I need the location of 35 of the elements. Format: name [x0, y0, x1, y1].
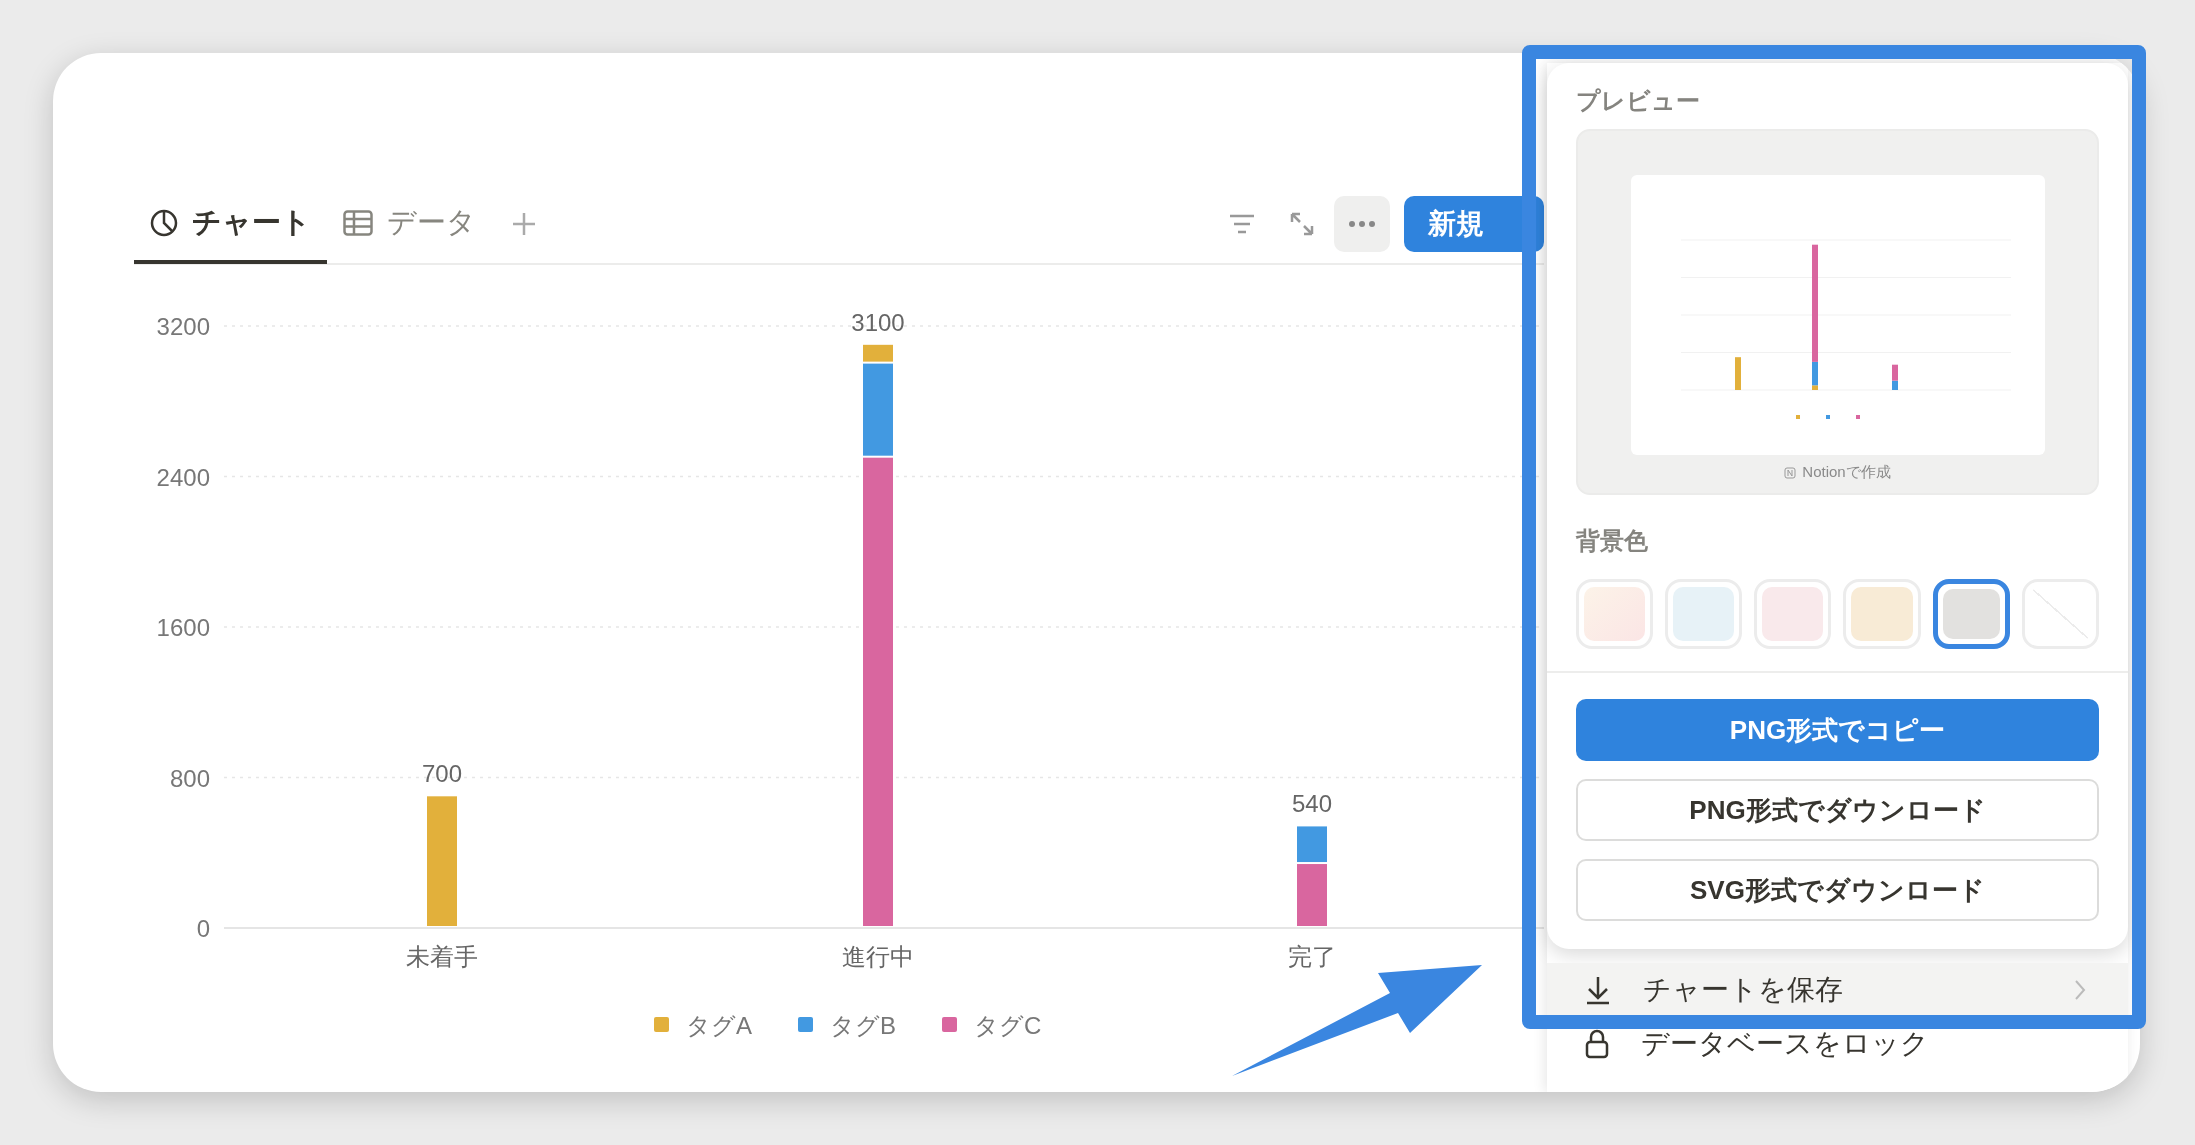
section-label: プレビュー	[1576, 86, 1701, 116]
value-label: 3100	[851, 308, 905, 336]
legend-label: タグC	[974, 1012, 1042, 1039]
category-label: 完了	[1288, 943, 1336, 970]
value-label: 700	[422, 760, 462, 788]
download-button[interactable]: SVG形式でダウンロード	[1576, 859, 2099, 921]
legend-swatch	[942, 1017, 957, 1032]
copy-button[interactable]: PNG形式でコピー	[1576, 699, 2099, 761]
color-swatch[interactable]	[1932, 579, 2010, 649]
download-icon	[1585, 975, 1611, 1005]
more-icon[interactable]	[1334, 196, 1390, 252]
new-button[interactable]: 新規	[1404, 196, 1544, 252]
axis-tick-label: 1600	[156, 614, 210, 641]
axis-tick-label: 800	[169, 764, 210, 792]
category-label: 進行中	[842, 943, 914, 970]
section-label: 背景色	[1576, 526, 1649, 556]
preview-footer: Notionで作成	[1802, 463, 1891, 482]
chevron-right-icon	[2074, 979, 2086, 1001]
view-tab[interactable]: データ	[327, 186, 492, 264]
category-label: 未着手	[406, 943, 478, 970]
axis-tick-label: 2400	[156, 463, 210, 491]
legend-swatch	[798, 1017, 813, 1032]
lock-icon	[1585, 1029, 1609, 1059]
legend-label: タグA	[686, 1012, 752, 1039]
legend-label: タグB	[830, 1012, 896, 1039]
value-label: 540	[1292, 790, 1332, 818]
menu-item[interactable]: チャートを保存	[1547, 963, 2128, 1017]
view-tab[interactable]: チャート	[134, 186, 327, 264]
axis-tick-label: 3200	[156, 313, 210, 340]
table-icon	[343, 210, 373, 236]
download-button[interactable]: PNG形式でダウンロード	[1576, 779, 2099, 841]
logo-icon	[1784, 466, 1797, 479]
pie-chart-icon	[150, 209, 178, 237]
legend-swatch	[654, 1017, 669, 1032]
axis-tick-label: 0	[196, 915, 210, 942]
